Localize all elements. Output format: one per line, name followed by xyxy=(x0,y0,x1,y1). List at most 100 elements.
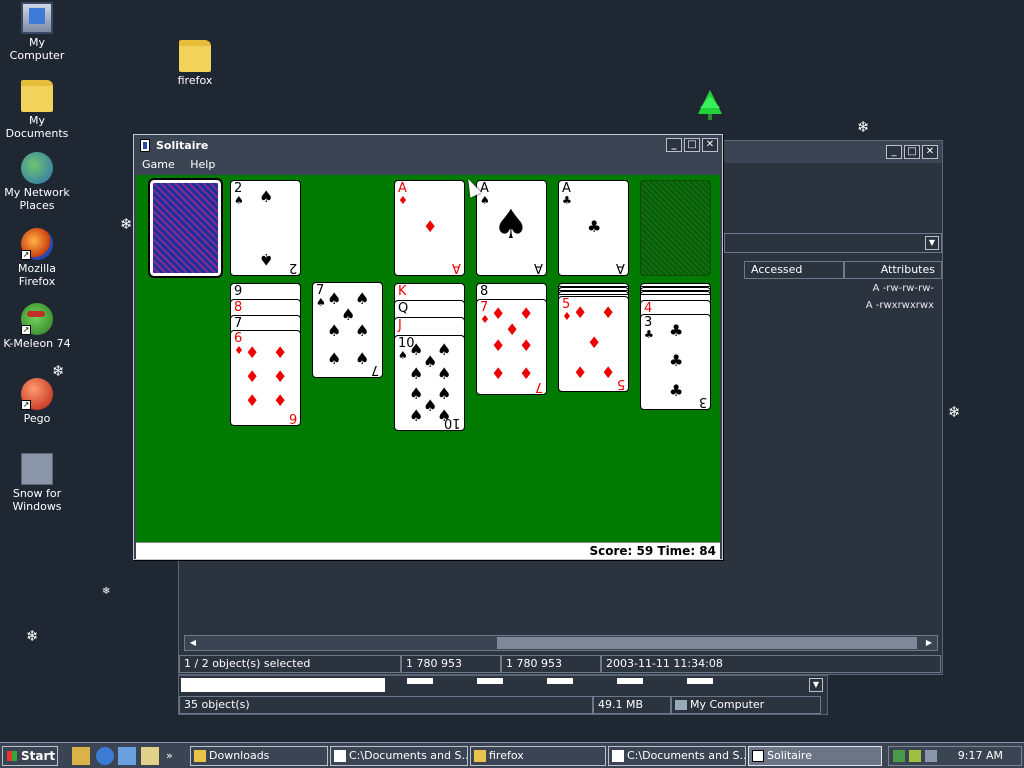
clock: 9:17 AM xyxy=(957,749,1003,762)
status-object-count: 35 object(s) xyxy=(179,696,593,714)
minimize-button[interactable]: _ xyxy=(666,138,682,152)
desktop-icon-my-documents[interactable]: My Documents xyxy=(0,80,74,140)
task-label: C:\Documents and S... xyxy=(627,749,746,762)
k-meleon-icon: ↗ xyxy=(21,303,53,335)
status-disk-size: 49.1 MB xyxy=(593,696,671,714)
taskbar-button-firefox-folder[interactable]: firefox xyxy=(470,746,606,766)
scroll-right-icon[interactable]: ▶ xyxy=(922,637,936,649)
status-selection: 1 / 2 object(s) selected xyxy=(179,655,401,673)
game-board: 2 ♠ ♠ ♠ 2 A ♦ ♦ A A ♠ ♠ A A ♣ ♣ A 9 8 7 6 ♦ ♦… xyxy=(136,175,720,542)
menu-bar: Game Help xyxy=(136,156,720,174)
chevron-down-icon[interactable]: ▼ xyxy=(925,236,939,250)
close-button[interactable]: ✕ xyxy=(922,145,938,159)
horizontal-scrollbar[interactable]: ◀ ▶ xyxy=(184,635,938,651)
christmas-tree-icon xyxy=(698,90,722,120)
taskbar-button-downloads[interactable]: Downloads xyxy=(190,746,328,766)
foundation-ace-diamonds[interactable]: A ♦ ♦ A xyxy=(394,180,465,276)
taskbar-button-7zip-1[interactable]: C:\Documents and S... xyxy=(330,746,468,766)
desktop-icon-mozilla-firefox[interactable]: ↗ Mozilla Firefox xyxy=(0,228,74,288)
desktop-icon-pego[interactable]: ↗ Pego xyxy=(0,378,74,425)
foundation-empty-slot[interactable] xyxy=(640,180,711,276)
solitaire-window: Solitaire _ □ ✕ Game Help 2 ♠ ♠ ♠ 2 A ♦ ♦ … xyxy=(133,134,723,560)
chevron-right-icon[interactable]: » xyxy=(166,747,184,765)
tableau-card-7-spades[interactable]: 7 ♠ ♠ ♠ ♠ ♠ ♠ ♠ ♠ 7 xyxy=(312,282,383,378)
foundation-ace-clubs[interactable]: A ♣ ♣ A xyxy=(558,180,629,276)
status-size-total: 1 780 953 xyxy=(501,655,601,673)
desktop-icon-label: My Computer xyxy=(9,36,65,62)
7zip-icon xyxy=(612,750,624,762)
desktop-icon-snow-for-windows[interactable]: Snow for Windows xyxy=(0,453,74,513)
snowflake-icon: ❄ xyxy=(52,362,65,380)
tableau-card-7-diamonds[interactable]: 7 ♦ ♦ ♦ ♦ ♦ ♦ ♦ ♦ 7 xyxy=(476,299,547,395)
task-label: Solitaire xyxy=(767,749,812,762)
tableau-card-6-diamonds[interactable]: 6 ♦ ♦ ♦ ♦ ♦ ♦ ♦ 6 xyxy=(230,330,301,426)
desktop-icon-label: My Documents xyxy=(5,114,69,140)
desktop-icon-label: Snow for Windows xyxy=(12,487,62,513)
status-location-label: My Computer xyxy=(690,698,765,711)
window-title: Solitaire xyxy=(156,139,209,152)
folder-icon xyxy=(194,750,206,762)
foundation-ace-spades[interactable]: A ♠ ♠ A xyxy=(476,180,547,276)
waste-card-2-spades[interactable]: 2 ♠ ♠ ♠ 2 xyxy=(230,180,301,276)
status-date: 2003-11-11 11:34:08 xyxy=(601,655,941,673)
maximize-button[interactable]: □ xyxy=(684,138,700,152)
network-tray-icon[interactable] xyxy=(893,750,905,762)
desktop-icon-k-meleon[interactable]: ↗ K-Meleon 74 xyxy=(0,303,74,350)
search-icon[interactable] xyxy=(141,747,159,765)
task-label: firefox xyxy=(489,749,524,762)
minimize-button[interactable]: _ xyxy=(886,145,902,159)
desktop-icon-label: Mozilla Firefox xyxy=(18,262,56,288)
snowflake-icon: ❄ xyxy=(857,118,870,136)
folder-icon xyxy=(179,40,211,72)
taskbar-button-7zip-2[interactable]: C:\Documents and S... xyxy=(608,746,746,766)
desktop-icon-firefox-folder[interactable]: firefox xyxy=(158,40,232,87)
snowflake-icon: ❄ xyxy=(948,403,961,421)
scroll-left-icon[interactable]: ◀ xyxy=(186,637,200,649)
address-combo[interactable]: ▼ xyxy=(724,233,942,253)
desktop-icon-label: K-Meleon 74 xyxy=(3,337,71,350)
stock-pile[interactable] xyxy=(148,178,223,278)
task-label: C:\Documents and S... xyxy=(349,749,468,762)
desktop-icon-label: Pego xyxy=(23,412,51,425)
status-size: 1 780 953 xyxy=(401,655,501,673)
tableau-card-5-diamonds[interactable]: 5 ♦ ♦ ♦ ♦ ♦ ♦ 5 xyxy=(558,296,629,392)
explorer-icon[interactable] xyxy=(118,747,136,765)
taskbar: Start » Downloads C:\Documents and S... … xyxy=(0,742,1024,768)
solitaire-app-icon xyxy=(140,139,150,152)
shortcut-arrow-icon: ↗ xyxy=(21,325,31,335)
tableau-card-10-spades[interactable]: 10 ♠ ♠ ♠ ♠ ♠ ♠ ♠ ♠ ♠ ♠ ♠ 10 xyxy=(394,335,465,431)
task-label: Downloads xyxy=(209,749,270,762)
show-desktop-icon[interactable] xyxy=(72,747,90,765)
column-header-attributes[interactable]: Attributes xyxy=(844,261,942,279)
taskbar-button-solitaire[interactable]: Solitaire xyxy=(748,746,882,766)
chevron-down-icon[interactable]: ▼ xyxy=(809,678,823,692)
file-row-attributes[interactable]: A -rw-rw-rw- xyxy=(873,283,934,294)
start-button[interactable]: Start xyxy=(2,746,58,766)
volume-tray-icon[interactable] xyxy=(909,750,921,762)
firefox-icon: ↗ xyxy=(21,228,53,260)
desktop-icon-my-network-places[interactable]: My Network Places xyxy=(0,152,74,212)
pego-icon: ↗ xyxy=(21,378,53,410)
desktop-icon-label: firefox xyxy=(177,74,213,87)
solitaire-title-bar[interactable]: Solitaire _ □ ✕ xyxy=(136,137,720,155)
tableau-card-3-clubs[interactable]: 3 ♣ ♣ ♣ ♣ 3 xyxy=(640,314,711,410)
snow-tray-icon[interactable] xyxy=(925,750,937,762)
close-button[interactable]: ✕ xyxy=(702,138,718,152)
file-row-attributes[interactable]: A -rwxrwxrwx xyxy=(866,300,934,311)
browser-icon[interactable] xyxy=(96,747,114,765)
toolbar-strip xyxy=(407,678,713,684)
menu-game[interactable]: Game xyxy=(136,158,181,171)
desktop-icon-label: My Network Places xyxy=(4,186,70,212)
solitaire-app-icon xyxy=(752,750,764,762)
snowflake-icon: ❄ xyxy=(102,586,111,597)
network-icon xyxy=(21,152,53,184)
computer-icon xyxy=(21,2,53,34)
scrollbar-thumb[interactable] xyxy=(497,637,917,649)
maximize-button[interactable]: □ xyxy=(904,145,920,159)
snowflake-icon: ❄ xyxy=(120,215,133,233)
score-time-status: Score: 59 Time: 84 xyxy=(136,542,720,559)
column-header-accessed[interactable]: Accessed xyxy=(744,261,844,279)
documents-folder-icon xyxy=(21,80,53,112)
menu-help[interactable]: Help xyxy=(184,158,221,171)
desktop-icon-my-computer[interactable]: My Computer xyxy=(0,2,74,62)
